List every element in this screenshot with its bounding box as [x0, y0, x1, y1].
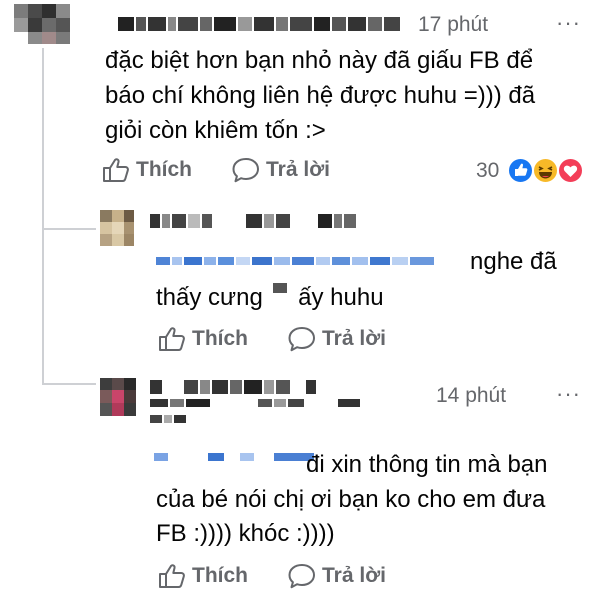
speech-bubble-icon [288, 564, 315, 589]
mentioned-name-redacted[interactable] [156, 256, 434, 266]
author-name-redacted[interactable] [150, 380, 316, 394]
timestamp[interactable]: 14 phút [436, 384, 506, 408]
speech-bubble-icon [232, 158, 259, 183]
timestamp[interactable]: 17 phút [418, 13, 488, 37]
author-name-redacted[interactable] [150, 214, 356, 228]
comment-text-line: đặc biệt hơn bạn nhỏ này đã giấu FB để [105, 47, 534, 74]
comment-text-line: của bé nói chị ơi bạn ko cho em đưa [156, 486, 546, 513]
comment-text-fragment: thấy cưng [156, 284, 263, 311]
like-label: Thích [192, 564, 248, 587]
author-name-redacted[interactable] [118, 17, 400, 31]
comment-text-line: thấy cưng ấy huhu [156, 282, 384, 314]
reply-button[interactable]: Trả lời [288, 326, 386, 352]
author-name-redacted[interactable] [150, 414, 186, 424]
reaction-count[interactable]: 30 [476, 159, 499, 183]
more-icon[interactable]: ··· [556, 10, 581, 36]
avatar[interactable] [100, 378, 136, 416]
avatar[interactable] [100, 210, 134, 246]
speech-bubble-icon [288, 327, 315, 352]
thread-line [42, 48, 44, 383]
mentioned-name-redacted[interactable] [154, 452, 314, 462]
like-button[interactable]: Thích [102, 157, 192, 183]
reply-button[interactable]: Trả lời [232, 157, 330, 183]
avatar[interactable] [14, 4, 70, 44]
reply-label: Trả lời [266, 158, 330, 181]
thumb-up-icon [103, 158, 129, 182]
thumb-up-icon [159, 564, 185, 588]
like-label: Thích [192, 327, 248, 350]
more-icon[interactable]: ··· [556, 381, 581, 407]
comment-text-line: báo chí không liên hệ được huhu =))) đã [105, 82, 536, 109]
love-reaction-icon [557, 157, 584, 184]
haha-reaction-icon [532, 157, 559, 184]
comment-text-line: đi xin thông tin mà bạn [306, 451, 548, 478]
comment-text-line: nghe đã [470, 248, 557, 275]
author-name-redacted[interactable] [150, 398, 360, 408]
like-label: Thích [136, 158, 192, 181]
reply-button[interactable]: Trả lời [288, 563, 386, 589]
reply-label: Trả lời [322, 564, 386, 587]
comment-text-line: FB :)))) khóc :)))) [156, 520, 335, 547]
comment-text-fragment: ấy huhu [298, 284, 384, 311]
like-button[interactable]: Thích [158, 563, 248, 589]
comment-text-line: giỏi còn khiêm tốn :> [105, 117, 326, 144]
redacted-word [273, 283, 288, 293]
thread-connector [42, 228, 96, 230]
like-reaction-icon [507, 157, 534, 184]
reply-label: Trả lời [322, 327, 386, 350]
like-button[interactable]: Thích [158, 326, 248, 352]
thread-connector [42, 383, 96, 385]
thumb-up-icon [159, 327, 185, 351]
